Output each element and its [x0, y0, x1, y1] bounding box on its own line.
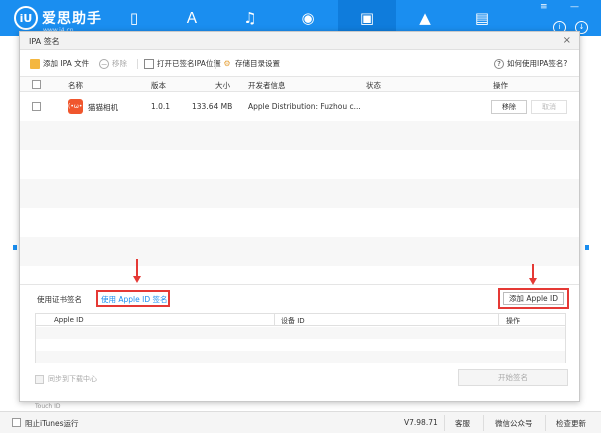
- toolbar-divider: [215, 59, 216, 69]
- col-size: 大小: [215, 81, 230, 90]
- add-ipa-button[interactable]: 添加 IPA 文件: [30, 58, 89, 69]
- row-cancel-button[interactable]: 取消: [531, 100, 567, 114]
- block-itunes-label: 阻止iTunes运行: [25, 419, 79, 428]
- background-peek-text: Touch ID: [35, 403, 61, 410]
- open-signed-label: 打开已签名IPA位置: [157, 59, 221, 68]
- education-icon[interactable]: ▲: [415, 8, 435, 28]
- close-icon[interactable]: ×: [563, 35, 571, 46]
- logo-text: 爱思助手: [42, 11, 102, 27]
- storage-icon[interactable]: ▤: [472, 8, 492, 28]
- apple-id-table: Apple ID 设备 ID 操作: [35, 313, 566, 363]
- logo-mark: iU: [14, 6, 38, 30]
- block-itunes-checkbox[interactable]: [12, 418, 21, 427]
- empty-row: [20, 121, 579, 150]
- storage-settings-label: 存储目录设置: [235, 59, 280, 68]
- empty-row: [20, 237, 579, 266]
- empty-row: [36, 327, 565, 339]
- appstore-icon[interactable]: Ａ: [182, 8, 202, 28]
- sync-checkbox[interactable]: [35, 374, 44, 384]
- section-divider: [20, 284, 579, 285]
- dialog-toolbar: 添加 IPA 文件 − 移除 打开已签名IPA位置 ⚙ 存储目录设置 ? 如何使…: [20, 55, 579, 71]
- status-bar: 阻止iTunes运行 V7.98.71 客服 微信公众号 检查更新: [0, 411, 601, 433]
- column-divider: [274, 314, 275, 326]
- col-action: 操作: [493, 81, 508, 90]
- row-developer: Apple Distribution: Fuzhou c...: [248, 102, 361, 111]
- col-developer: 开发者信息: [248, 81, 286, 90]
- cert-sign-tab[interactable]: 使用证书签名: [37, 294, 82, 305]
- help-icon: ?: [494, 58, 504, 69]
- remove-button[interactable]: − 移除: [99, 58, 127, 69]
- col-device-id: 设备 ID: [281, 317, 305, 325]
- background-peek: [585, 245, 589, 250]
- row-size: 133.64 MB: [192, 102, 233, 111]
- row-remove-button[interactable]: 移除: [491, 100, 527, 114]
- empty-row: [36, 351, 565, 363]
- check-update-link[interactable]: 检查更新: [556, 418, 586, 429]
- toolbox-icon[interactable]: ▣: [357, 8, 377, 28]
- sync-download-option[interactable]: 同步到下载中心: [35, 374, 97, 384]
- photo-icon[interactable]: ◉: [298, 8, 318, 28]
- gear-icon: ⚙: [223, 58, 231, 68]
- row-name: 猫猫相机: [88, 103, 118, 112]
- col-name: 名称: [68, 81, 83, 90]
- footer-divider: [444, 415, 445, 431]
- col-status: 状态: [366, 81, 381, 90]
- open-signed-location-button[interactable]: 打开已签名IPA位置: [144, 58, 221, 69]
- version-label: V7.98.71: [404, 418, 438, 427]
- remove-icon: −: [99, 58, 109, 69]
- col-apple-id: Apple ID: [54, 316, 84, 324]
- add-ipa-label: 添加 IPA 文件: [43, 59, 90, 68]
- arrow-annotation-head: [133, 276, 141, 283]
- table-row[interactable]: (•ω•) 猫猫相机 1.0.1 133.64 MB Apple Distrib…: [20, 92, 579, 121]
- footer-divider: [545, 415, 546, 431]
- background-peek: [13, 245, 17, 250]
- add-apple-id-highlight: 添加 Apple ID: [498, 288, 569, 309]
- ipa-sign-dialog: IPA 签名 × 添加 IPA 文件 − 移除 打开已签名IPA位置 ⚙ 存储目…: [19, 31, 580, 402]
- footer-divider: [483, 415, 484, 431]
- app-icon: (•ω•): [68, 99, 85, 114]
- select-all-checkbox[interactable]: [32, 80, 41, 89]
- dialog-titlebar: IPA 签名 ×: [20, 32, 579, 50]
- device-icon[interactable]: ▯: [124, 8, 144, 28]
- remove-label: 移除: [112, 59, 127, 68]
- row-checkbox[interactable]: [32, 102, 41, 111]
- col-version: 版本: [151, 81, 166, 90]
- menu-icon[interactable]: ≡: [540, 2, 548, 12]
- apple-id-sign-tab[interactable]: 使用 Apple ID 签名: [96, 290, 170, 307]
- storage-settings-button[interactable]: ⚙ 存储目录设置: [222, 58, 280, 69]
- help-link[interactable]: ? 如何使用IPA签名?: [494, 58, 567, 69]
- minimize-button[interactable]: —: [570, 2, 579, 12]
- arrow-annotation: [136, 259, 138, 276]
- apple-id-table-header: Apple ID 设备 ID 操作: [36, 314, 565, 326]
- empty-row: [20, 179, 579, 208]
- arrow-annotation-head: [529, 278, 537, 285]
- dialog-title: IPA 签名: [29, 37, 60, 46]
- empty-row: [20, 150, 579, 179]
- add-apple-id-button[interactable]: 添加 Apple ID: [503, 292, 564, 305]
- open-folder-icon: [144, 58, 154, 69]
- toolbar-divider: [137, 59, 138, 69]
- folder-add-icon: [30, 58, 40, 69]
- apple-id-sign-label: 使用 Apple ID 签名: [101, 295, 168, 304]
- column-divider: [498, 314, 499, 326]
- sync-label: 同步到下载中心: [48, 375, 97, 383]
- help-label: 如何使用IPA签名?: [507, 59, 568, 68]
- music-icon[interactable]: ♫: [240, 8, 260, 28]
- support-link[interactable]: 客服: [455, 418, 470, 429]
- ipa-table-header: 名称 版本 大小 开发者信息 状态 操作: [20, 76, 579, 92]
- empty-row: [20, 208, 579, 237]
- start-sign-button[interactable]: 开始签名: [458, 369, 568, 386]
- row-version: 1.0.1: [151, 102, 171, 111]
- col-id-action: 操作: [506, 317, 520, 325]
- arrow-annotation: [532, 264, 534, 278]
- wechat-link[interactable]: 微信公众号: [495, 418, 533, 429]
